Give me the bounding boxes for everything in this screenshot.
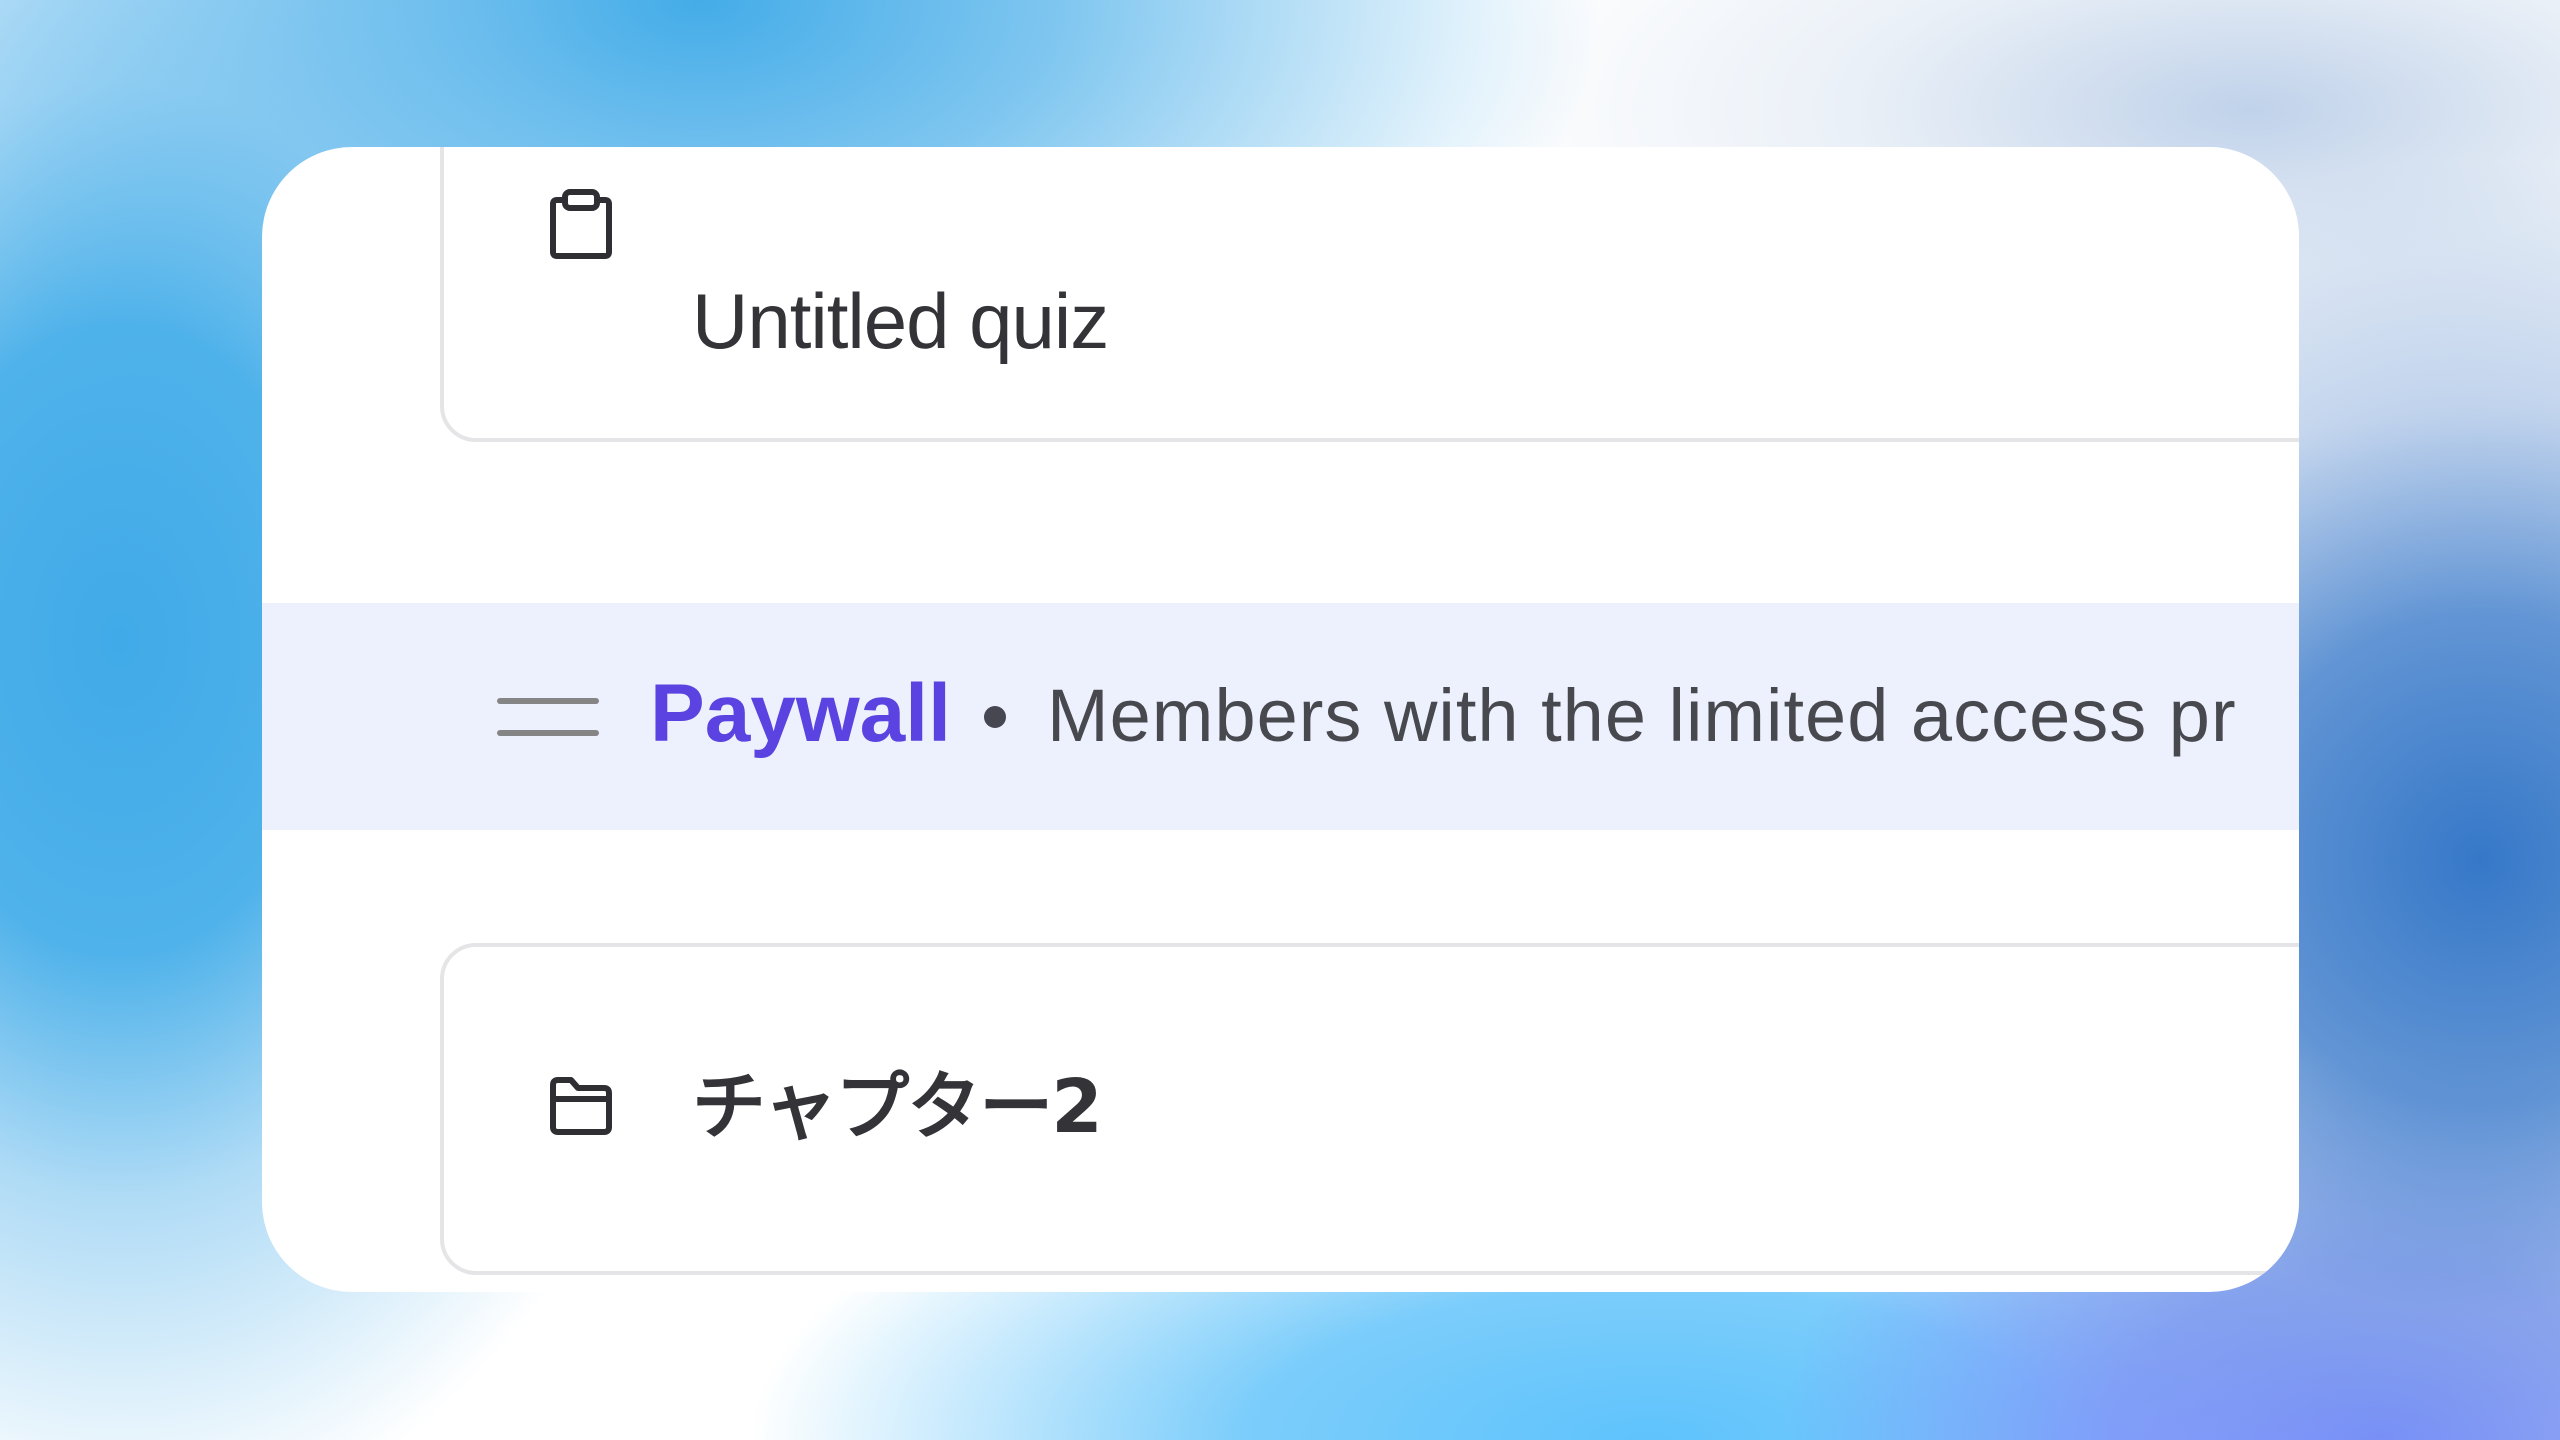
curriculum-panel: Untitled quiz Paywall Members with the l… xyxy=(262,147,2299,1292)
drag-handle-icon[interactable] xyxy=(497,698,599,738)
chapter-item-card[interactable]: チャプター2 xyxy=(440,943,2299,1275)
folder-icon xyxy=(550,1077,612,1135)
clipboard-icon xyxy=(550,189,612,259)
chapter-title: チャプター2 xyxy=(692,1064,1103,1150)
paywall-label: Paywall xyxy=(650,668,951,759)
quiz-item-card[interactable]: Untitled quiz xyxy=(440,147,2299,442)
separator-dot xyxy=(984,706,1006,728)
paywall-divider-row[interactable]: Paywall Members with the limited access … xyxy=(262,603,2299,830)
quiz-title: Untitled quiz xyxy=(692,277,1109,365)
paywall-description: Members with the limited access pr xyxy=(1047,674,2237,757)
